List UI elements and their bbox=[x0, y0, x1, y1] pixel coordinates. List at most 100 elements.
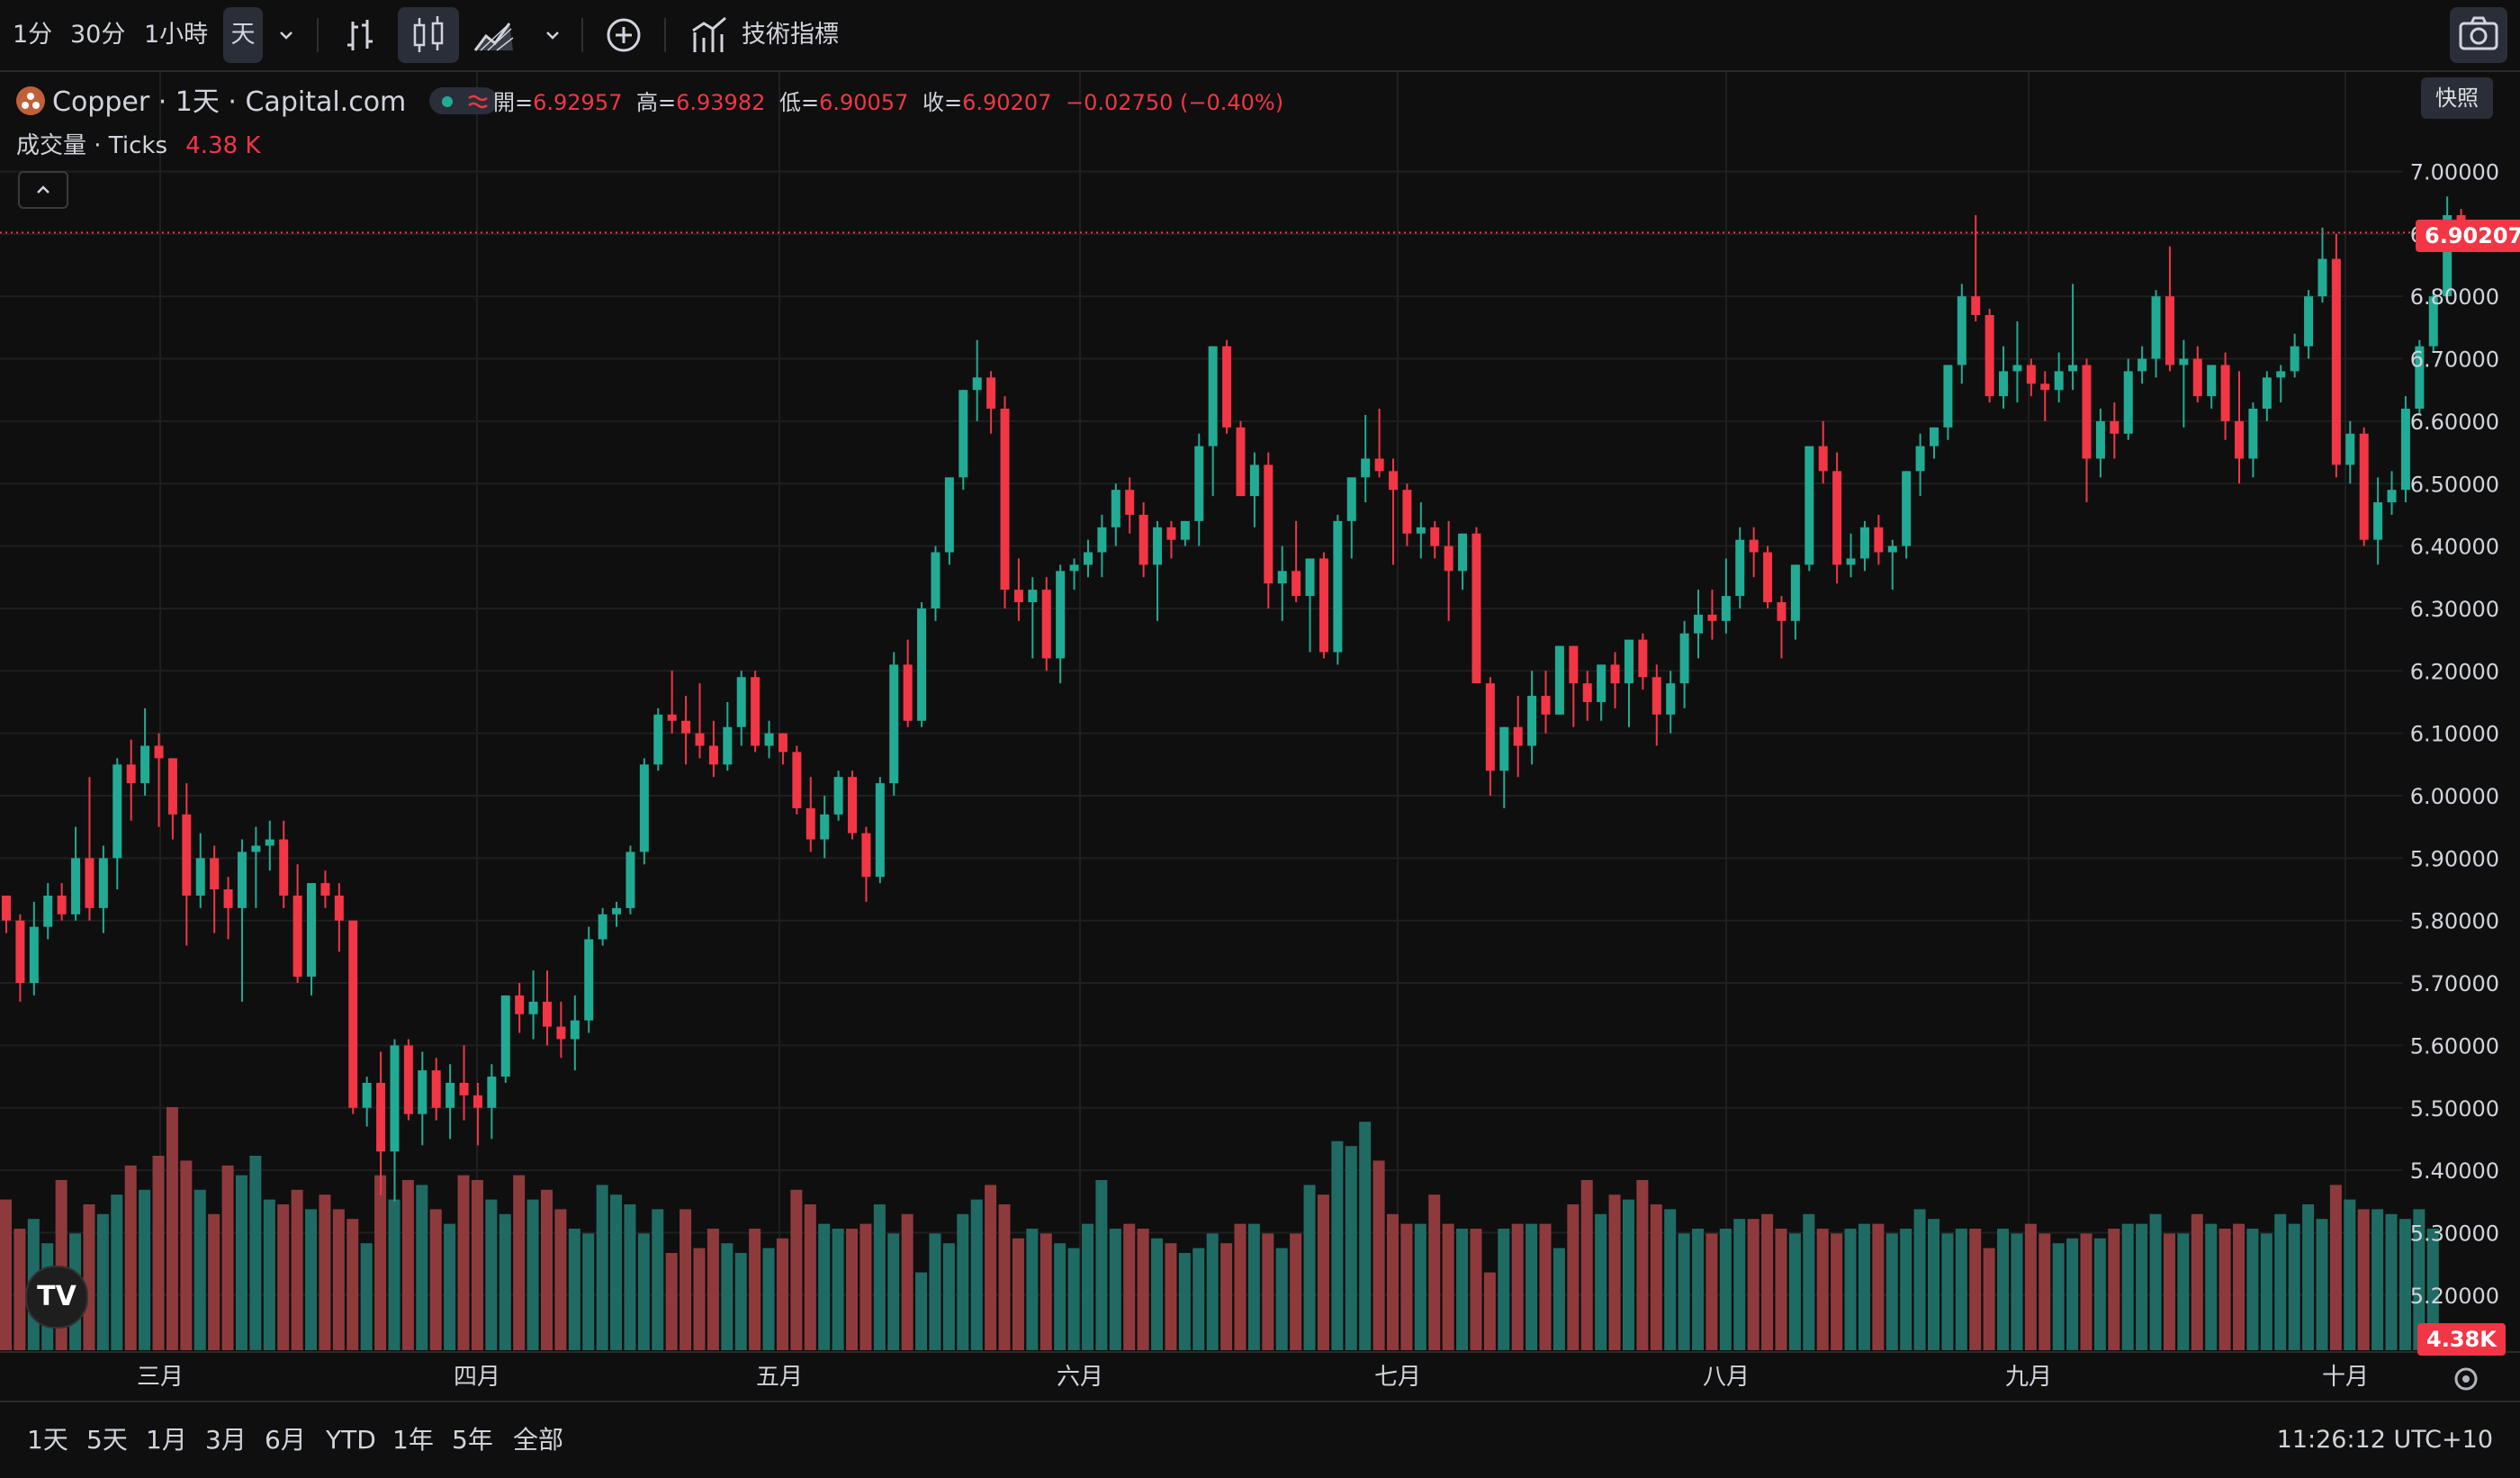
volume-bar bbox=[1275, 1248, 1288, 1350]
volume-bar bbox=[2218, 1229, 2231, 1350]
compare-add-icon[interactable] bbox=[603, 0, 644, 70]
clock-timezone[interactable]: 11:26:12 UTC+10 bbox=[2277, 1402, 2493, 1478]
chart-type-dropdown-icon[interactable] bbox=[542, 0, 563, 70]
area-chart-type-icon[interactable] bbox=[472, 0, 517, 70]
volume-bar bbox=[568, 1229, 580, 1350]
volume-bar bbox=[693, 1248, 706, 1350]
indicators-button[interactable]: 技術指標 bbox=[742, 0, 839, 70]
volume-legend[interactable]: 成交量 · Ticks 4.38 K bbox=[16, 128, 260, 164]
interval-30m-button[interactable]: 30分 bbox=[70, 0, 125, 70]
candle-body bbox=[2012, 365, 2022, 372]
candle bbox=[2068, 284, 2078, 391]
volume-bar bbox=[929, 1233, 941, 1350]
volume-value: 4.38 K bbox=[185, 132, 261, 159]
candle bbox=[1292, 520, 1301, 603]
volume-bar bbox=[2191, 1213, 2203, 1350]
price-chart[interactable]: 7.000006.900006.800006.700006.600006.500… bbox=[0, 0, 2520, 1476]
candle bbox=[71, 826, 81, 921]
symbol-legend[interactable]: Copper · 1天 · Capital.com bbox=[16, 83, 498, 122]
collapse-legend-button[interactable] bbox=[18, 171, 68, 209]
range-3m-button[interactable]: 3月 bbox=[205, 1402, 247, 1478]
candle bbox=[1458, 533, 1468, 590]
candle-body bbox=[708, 745, 718, 765]
tradingview-logo[interactable]: TV bbox=[25, 1266, 88, 1329]
price-tick-label: 5.40000 bbox=[2410, 1158, 2499, 1184]
range-1m-button[interactable]: 1月 bbox=[146, 1402, 187, 1478]
snapshot-button[interactable] bbox=[2450, 7, 2507, 63]
candle-body bbox=[1749, 539, 1759, 553]
volume-bar bbox=[1706, 1233, 1718, 1350]
candle-body bbox=[1249, 464, 1259, 497]
volume-bar bbox=[790, 1189, 803, 1350]
range-1d-button[interactable]: 1天 bbox=[27, 1402, 68, 1478]
last-price-badge: 6.90207 bbox=[2416, 220, 2520, 252]
range-ytd-button[interactable]: YTD bbox=[326, 1402, 376, 1478]
volume-bar bbox=[2121, 1223, 2134, 1350]
volume-bar bbox=[1831, 1233, 1843, 1350]
volume-bar bbox=[180, 1160, 193, 1350]
candle-body bbox=[1721, 596, 1731, 621]
candle bbox=[681, 696, 691, 765]
indicators-icon[interactable] bbox=[689, 0, 729, 70]
range-1y-button[interactable]: 1年 bbox=[392, 1402, 434, 1478]
candle-body bbox=[1582, 683, 1592, 702]
interval-1d-button[interactable]: 天 bbox=[223, 7, 263, 63]
volume-bar bbox=[665, 1253, 678, 1350]
settings-gear-icon[interactable] bbox=[2448, 1361, 2484, 1397]
range-5d-button[interactable]: 5天 bbox=[86, 1402, 128, 1478]
candle bbox=[1416, 502, 1426, 559]
candle-body bbox=[376, 1083, 386, 1152]
volume-bar bbox=[1983, 1248, 1995, 1350]
candle bbox=[1069, 558, 1079, 590]
candle-body bbox=[320, 883, 330, 896]
candle-body bbox=[1111, 490, 1120, 527]
candle bbox=[2345, 420, 2355, 484]
candle bbox=[1056, 564, 1066, 684]
price-tick-label: 6.40000 bbox=[2410, 535, 2499, 560]
candle-body bbox=[1832, 471, 1842, 565]
candle-body bbox=[237, 852, 247, 908]
high-value: 6.93982 bbox=[676, 90, 766, 115]
volume-bar bbox=[2066, 1238, 2079, 1350]
volume-bar bbox=[1719, 1229, 1732, 1350]
interval-1m-button[interactable]: 1分 bbox=[13, 0, 52, 70]
volume-bar bbox=[263, 1199, 275, 1350]
volume-bar bbox=[1498, 1229, 1510, 1350]
price-tick-label: 6.80000 bbox=[2410, 284, 2499, 310]
candle-body bbox=[1264, 464, 1274, 584]
candle bbox=[1569, 645, 1579, 727]
candle-body bbox=[653, 714, 663, 765]
volume-bar bbox=[124, 1165, 137, 1350]
candle-body bbox=[1610, 664, 1620, 684]
candlestick-chart-type-icon[interactable] bbox=[398, 7, 459, 63]
market-status-icon[interactable] bbox=[428, 87, 498, 114]
range-all-button[interactable]: 全部 bbox=[513, 1402, 563, 1478]
range-5y-button[interactable]: 5年 bbox=[452, 1402, 493, 1478]
camera-icon bbox=[2459, 16, 2498, 50]
price-tick-label: 5.30000 bbox=[2410, 1221, 2499, 1246]
candle-body bbox=[1236, 427, 1246, 497]
bottom-range-bar: 1天 5天 1月 3月 6月 YTD 1年 5年 全部 11:26:12 UTC… bbox=[0, 1401, 2520, 1478]
candle-body bbox=[2304, 296, 2314, 347]
candle-body bbox=[1679, 633, 1689, 684]
candle-body bbox=[917, 608, 927, 721]
interval-dropdown-icon[interactable] bbox=[275, 0, 297, 70]
candle bbox=[2359, 427, 2369, 546]
candle bbox=[446, 1064, 455, 1140]
candle-body bbox=[1166, 527, 1176, 540]
candle-body bbox=[1915, 446, 1925, 472]
candle-body bbox=[528, 1001, 538, 1014]
candle-body bbox=[1374, 458, 1384, 472]
volume-bar bbox=[1081, 1223, 1094, 1350]
chevron-up-icon bbox=[37, 185, 50, 194]
candle-body bbox=[515, 995, 525, 1014]
volume-bar bbox=[194, 1189, 206, 1350]
candle-body bbox=[1361, 458, 1371, 478]
interval-1h-button[interactable]: 1小時 bbox=[144, 0, 208, 70]
candle bbox=[1013, 558, 1023, 621]
candle-body bbox=[1874, 527, 1884, 553]
range-6m-button[interactable]: 6月 bbox=[265, 1402, 306, 1478]
candle-body bbox=[861, 833, 871, 878]
candle bbox=[1097, 514, 1107, 578]
bar-chart-type-icon[interactable] bbox=[342, 0, 378, 70]
